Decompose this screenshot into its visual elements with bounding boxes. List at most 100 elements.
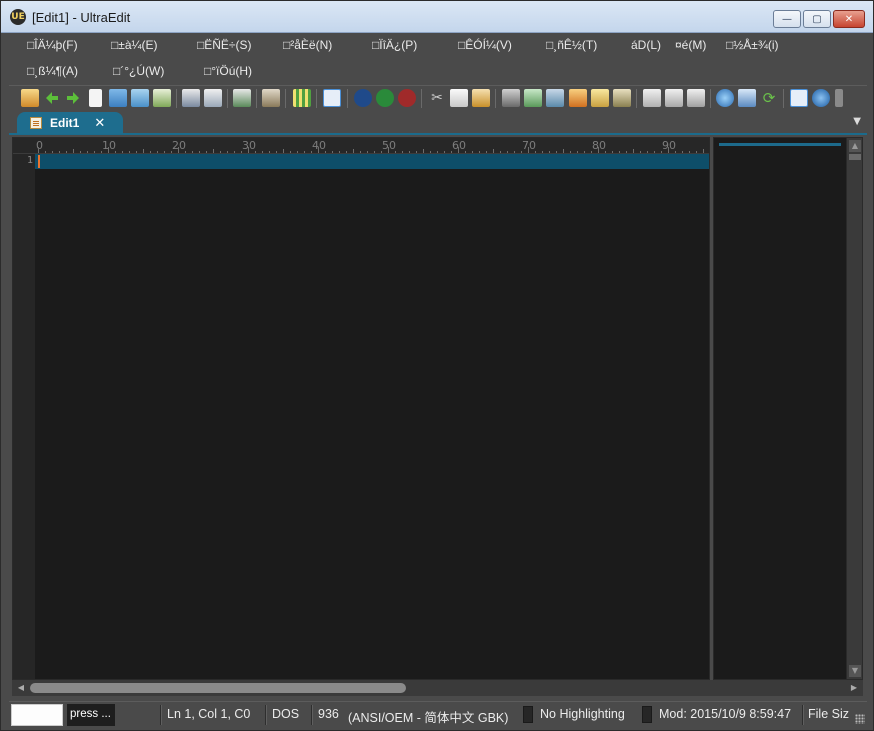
ruler-number: 50 [382,139,396,152]
open-folder-alt-icon[interactable] [131,89,149,107]
copy-icon[interactable] [450,89,468,107]
line-numbers-icon[interactable] [323,89,341,107]
ruler-tick [199,151,200,153]
ruler-tick [129,151,130,153]
menu-project[interactable]: □ÏîÄ¿(P) [372,38,417,52]
word-wrap-icon[interactable] [233,89,251,107]
menu-format[interactable]: □¸ñÊ½(T) [546,38,597,52]
maximize-button[interactable]: ▢ [803,10,831,28]
replace-files-icon[interactable] [546,89,564,107]
tile-icon[interactable] [665,89,683,107]
ruler-tick [514,151,515,153]
menu-macro[interactable]: ¤é(M) [675,38,706,52]
output-window-icon[interactable] [790,89,808,107]
ruler-tick [66,151,67,153]
help-icon[interactable] [812,89,830,107]
scroll-down-icon[interactable]: ▼ [849,665,861,677]
side-pane-highlight [719,143,841,146]
menu-script[interactable]: □½Å±¾(i) [726,38,779,52]
cut-icon[interactable]: ✂ [428,89,446,107]
ruler-tick [626,151,627,153]
print-preview-icon[interactable] [204,89,222,107]
new-file-icon[interactable] [89,89,102,107]
menu-column[interactable]: áD(L) [631,38,661,52]
ruler-tick [227,151,228,153]
hex-mode-icon[interactable] [293,89,311,107]
browser-preview-icon[interactable] [738,89,756,107]
menu-file[interactable]: □ÎÄ¼þ(F) [27,38,78,52]
save-icon[interactable] [153,89,171,107]
cascade-icon[interactable] [687,89,705,107]
ruler-tick [150,151,151,153]
forward-arrow-icon[interactable] [64,89,82,107]
minimize-button[interactable]: — [773,10,801,28]
file-size: File Siz [808,707,849,721]
highlighting-mode[interactable]: No Highlighting [540,707,625,721]
uc-icon[interactable] [354,89,372,107]
menu-insert[interactable]: □²åÈë(N) [283,38,332,52]
scroll-left-icon[interactable]: ◀ [15,682,27,694]
menu-advanced[interactable]: □¸ß¼¶(A) [27,64,78,78]
ultraedit-logo-icon[interactable]: UE [10,9,26,25]
scroll-right-icon[interactable]: ▶ [848,682,860,694]
ruler-tick [542,151,543,153]
ruler-tick [80,151,81,153]
paste-icon[interactable] [472,89,490,107]
uf-icon[interactable] [376,89,394,107]
line-ending[interactable]: DOS [272,707,299,721]
split-icon[interactable] [643,89,661,107]
find-icon[interactable] [502,89,520,107]
menu-view[interactable]: □ÊÓÍ¼(V) [458,38,512,52]
editor-text-area[interactable] [35,154,709,679]
thumbnail-preview [11,704,63,726]
print-icon[interactable] [182,89,200,107]
ruler-tick [647,151,648,153]
codepage[interactable]: 936 [318,707,339,721]
project-icon[interactable] [21,89,39,107]
ruler-tick [255,151,256,153]
ruler-number: 40 [312,139,326,152]
macro-icon[interactable] [613,89,631,107]
us-icon[interactable] [398,89,416,107]
ruler-tick [213,149,214,153]
scroll-up-icon[interactable]: ▲ [849,140,861,152]
resize-grip-icon[interactable] [855,714,865,724]
ruler-tick [388,147,389,153]
ruler-number: 90 [662,139,676,152]
ruler-tick [171,151,172,153]
ruler-tick [87,151,88,153]
ruler-tick [444,151,445,153]
close-button[interactable]: ✕ [833,10,865,28]
ruler-tick [458,147,459,153]
tab-close-icon[interactable]: ✕ [94,116,105,131]
vertical-scroll-thumb[interactable] [849,154,861,160]
tab-list-dropdown-icon[interactable]: ▼ [853,116,861,127]
web-icon[interactable] [716,89,734,107]
open-folder-icon[interactable] [109,89,127,107]
bookmark-icon[interactable] [569,89,587,107]
horizontal-scroll-thumb[interactable] [30,683,406,693]
back-arrow-icon[interactable] [43,89,61,107]
horizontal-scrollbar[interactable]: ◀ ▶ [12,680,863,696]
vertical-scrollbar[interactable]: ▲ ▼ [846,138,862,679]
ruler-tick [528,147,529,153]
cursor-position[interactable]: Ln 1, Col 1, C0 [167,707,250,721]
list-icon[interactable] [591,89,609,107]
menu-search[interactable]: □ËÑË÷(S) [197,38,252,52]
tab-edit1[interactable]: Edit1 ✕ [17,112,123,134]
menu-help[interactable]: □°ïÖú(H) [204,64,252,78]
overflow-chevron-icon[interactable] [835,89,843,107]
menu-window[interactable]: □´°¿Ú(W) [113,64,164,78]
menu-edit[interactable]: □±à¼­(E) [111,38,158,52]
ruler-number: 70 [522,139,536,152]
text-caret [38,155,40,168]
ruler-tick [661,151,662,153]
ruler-number: 30 [242,139,256,152]
encoding[interactable]: (ANSI/OEM - 简体中文 GBK) [348,707,508,726]
ruler-tick [206,151,207,153]
replace-icon[interactable] [524,89,542,107]
refresh-icon[interactable]: ⟳ [760,89,778,107]
column-mode-icon[interactable] [262,89,280,107]
ruler-tick [325,151,326,153]
ruler-tick [409,151,410,153]
